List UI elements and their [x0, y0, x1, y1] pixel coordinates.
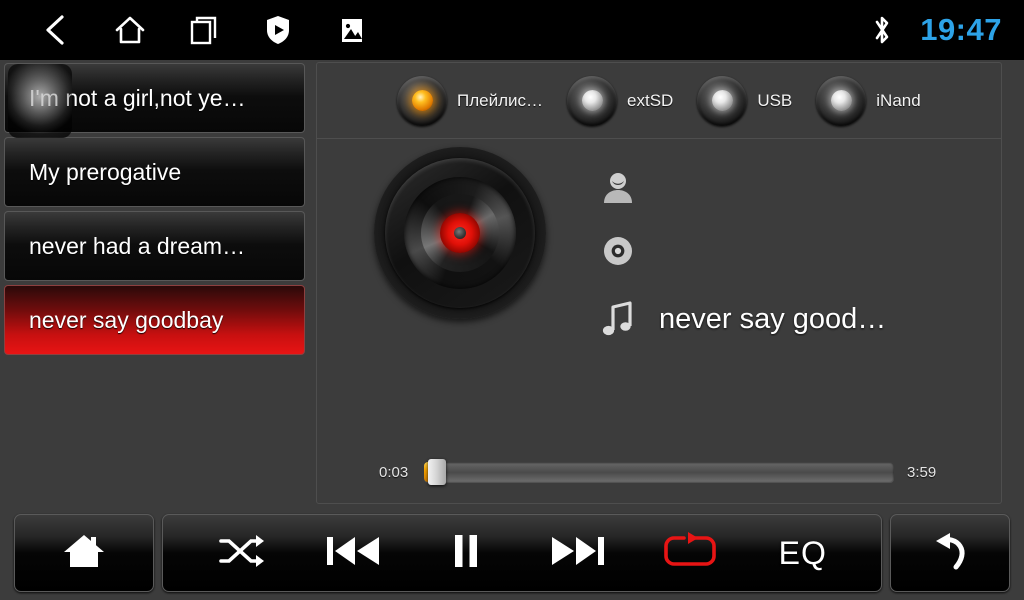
home-icon[interactable] [108, 8, 152, 52]
playlist-item-label: I'm not a girl,not ye… [29, 84, 246, 111]
title-value: never say good… [659, 302, 887, 335]
playlist-item-1[interactable]: My prerogative [4, 137, 305, 207]
shuffle-button[interactable] [203, 518, 279, 588]
home-button[interactable] [46, 518, 122, 588]
gallery-icon[interactable] [330, 8, 374, 52]
player-panel: Плейлис… extSD USB iNand never say good…… [316, 62, 1002, 504]
disc-spindle-hole [454, 227, 466, 239]
recent-apps-icon[interactable] [182, 8, 226, 52]
repeat-icon [662, 531, 718, 576]
album-art-disc[interactable] [374, 147, 546, 319]
current-time-label: 0:03 [379, 463, 409, 481]
disc-icon [599, 232, 637, 270]
source-tab-label: USB [757, 90, 793, 110]
led-indicator-inand [816, 75, 867, 126]
source-tabs: Плейлис… extSD USB iNand [317, 63, 1001, 139]
metadata-row-artist [599, 155, 979, 219]
playlist-item-label: never say goodbay [29, 306, 224, 333]
control-bar: EQ [0, 510, 1024, 600]
playlist-item-2[interactable]: never had a dream… [4, 211, 305, 281]
back-icon[interactable] [34, 8, 78, 52]
eq-button[interactable]: EQ [765, 518, 841, 588]
playlist-item-label: My prerogative [29, 158, 182, 185]
source-tab-label: extSD [627, 90, 674, 110]
back-button[interactable] [912, 518, 988, 588]
source-tab-label: Плейлис… [457, 90, 544, 110]
next-track-button[interactable] [540, 518, 616, 588]
repeat-button[interactable] [652, 518, 728, 588]
previous-track-icon [325, 533, 381, 574]
play-pause-button[interactable] [428, 518, 504, 588]
led-indicator-playlist [397, 75, 447, 126]
status-bar-nav-icons [34, 8, 374, 52]
playlist-item-0[interactable]: I'm not a girl,not ye… [4, 63, 305, 133]
source-tab-label: iNand [876, 90, 921, 110]
led-indicator-extsd [567, 75, 618, 126]
now-playing-area: never say good… 0:03 3:59 [317, 139, 1001, 504]
home-icon [62, 530, 106, 577]
source-tab-usb[interactable]: USB [697, 75, 793, 126]
source-tab-extsd[interactable]: extSD [567, 75, 674, 126]
return-arrow-icon [928, 530, 972, 577]
progress-bar-row: 0:03 3:59 [379, 459, 939, 485]
source-tab-inand[interactable]: iNand [816, 75, 921, 126]
back-button-group [890, 514, 1010, 592]
pause-icon [450, 533, 482, 574]
led-indicator-usb [697, 75, 748, 126]
source-tab-playlist[interactable]: Плейлис… [397, 75, 544, 126]
next-track-icon [550, 533, 606, 574]
home-button-group [14, 514, 154, 592]
seek-slider[interactable] [424, 459, 894, 485]
total-time-label: 3:59 [907, 463, 937, 481]
metadata-row-title: never say good… [599, 283, 979, 355]
shield-play-icon[interactable] [256, 8, 300, 52]
track-metadata: never say good… [599, 155, 979, 355]
transport-button-group: EQ [162, 514, 882, 592]
status-bar-right: 19:47 [860, 8, 1002, 52]
seek-slider-thumb[interactable] [428, 459, 447, 485]
shuffle-icon [218, 532, 265, 575]
bluetooth-icon [860, 8, 904, 52]
status-bar-clock: 19:47 [920, 12, 1002, 47]
previous-track-button[interactable] [315, 518, 391, 588]
playlist-item-label: never had a dream… [29, 232, 246, 259]
playlist-panel: I'm not a girl,not ye… My prerogative ne… [0, 60, 310, 505]
status-bar: 19:47 [0, 0, 1024, 60]
music-note-icon [599, 300, 637, 338]
person-icon [599, 168, 637, 206]
car-head-unit-screen: 19:47 I'm not a girl,not ye… My prerogat… [0, 0, 1024, 600]
metadata-row-album [599, 219, 979, 283]
playlist-item-3-selected[interactable]: never say goodbay [4, 285, 305, 355]
